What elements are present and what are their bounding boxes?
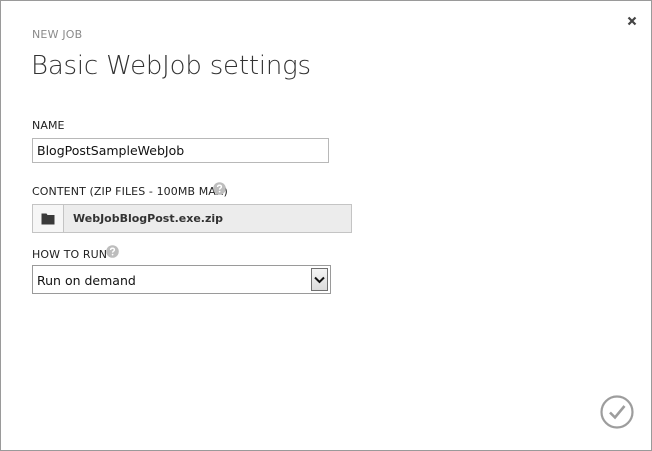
name-input[interactable]: [32, 138, 329, 163]
question-circle-icon: [213, 182, 226, 195]
question-circle-icon: [106, 245, 119, 258]
confirm-button[interactable]: [600, 395, 634, 429]
how-to-run-selected-value: Run on demand: [37, 273, 136, 288]
how-to-run-help-icon[interactable]: [106, 245, 119, 258]
content-file-picker[interactable]: WebJobBlogPost.exe.zip: [32, 204, 352, 233]
folder-icon: [41, 213, 55, 224]
content-help-icon[interactable]: [213, 182, 226, 195]
dialog-title: Basic WebJob settings: [31, 51, 311, 81]
browse-button[interactable]: [33, 205, 64, 232]
close-button[interactable]: [624, 13, 640, 29]
content-label: CONTENT (ZIP FILES - 100MB MAX): [32, 185, 228, 198]
new-job-dialog: NEW JOB Basic WebJob settings NAME CONTE…: [0, 0, 652, 451]
name-label: NAME: [32, 119, 65, 132]
select-dropdown-button[interactable]: [311, 268, 328, 291]
checkmark-circle-icon: [600, 395, 634, 429]
selected-file-name: WebJobBlogPost.exe.zip: [73, 212, 224, 225]
chevron-down-icon: [314, 276, 325, 283]
how-to-run-select[interactable]: Run on demand: [32, 265, 331, 294]
close-icon: [627, 16, 637, 26]
dialog-overline: NEW JOB: [32, 28, 83, 41]
how-to-run-label: HOW TO RUN: [32, 248, 108, 261]
